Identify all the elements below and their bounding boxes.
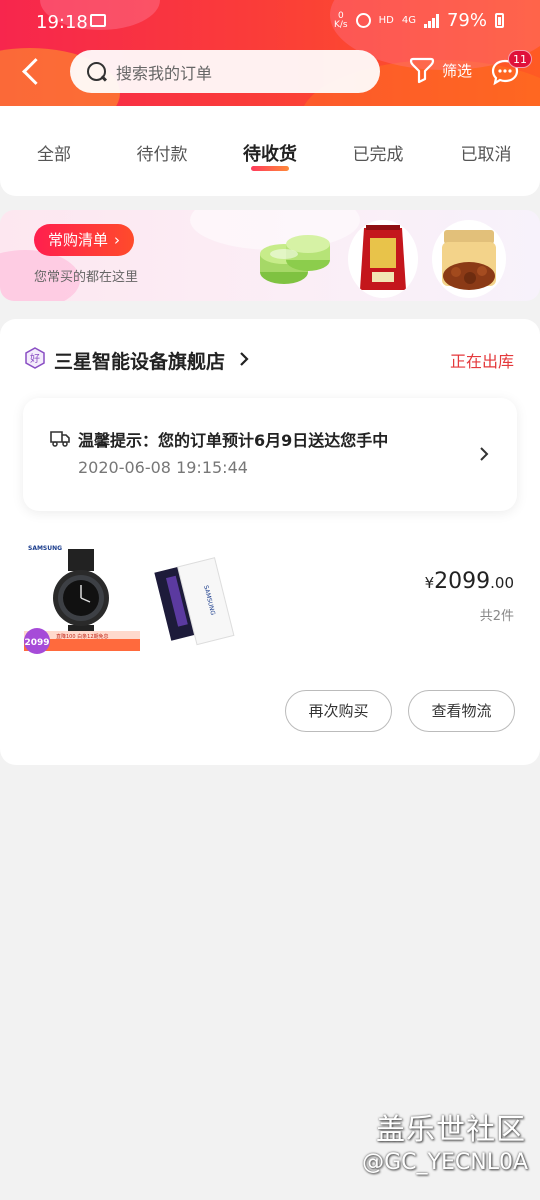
- watermark-title: 盖乐世社区: [375, 1112, 526, 1146]
- tab-pending-receipt[interactable]: 待收货: [225, 140, 315, 166]
- item-count: 共2件: [479, 609, 514, 624]
- watch-band-product-image[interactable]: SAMSUNG: [152, 549, 244, 649]
- tab-completed[interactable]: 已完成: [333, 140, 423, 165]
- svg-text:好: 好: [30, 353, 40, 365]
- order-card: 好 三星智能设备旗舰店 正在出库 温馨提示：您的订单预计6月9日送达您手中 20…: [0, 319, 540, 765]
- banner-subtitle: 您常买的都在这里: [34, 270, 139, 285]
- search-input[interactable]: 搜索我的订单: [70, 50, 380, 93]
- status-indicators: 0 K/s HD 4G 79%: [334, 10, 504, 31]
- signal-icon: [423, 13, 439, 28]
- order-price: ¥ 2099 .00: [425, 569, 514, 594]
- view-logistics-button[interactable]: 查看物流: [408, 690, 515, 732]
- snack-jar-product-image[interactable]: [432, 220, 506, 298]
- price-decimal: .00: [490, 574, 514, 592]
- buy-again-button[interactable]: 再次购买: [285, 690, 392, 732]
- filter-icon: [409, 57, 435, 84]
- battery-percent: 79%: [446, 10, 487, 31]
- net-speed-unit: K/s: [334, 19, 348, 30]
- price-integer: 2099: [434, 569, 491, 594]
- header: 19:18 0 K/s HD 4G 79% 搜索我的订单 筛选 11: [0, 0, 540, 106]
- frequent-purchases-label: 常购清单: [48, 231, 109, 249]
- truck-icon: [50, 431, 70, 447]
- delivery-tip[interactable]: 温馨提示：您的订单预计6月9日送达您手中 2020-06-08 19:15:44: [23, 398, 517, 511]
- message-badge: 11: [508, 50, 532, 68]
- battery-icon: [495, 13, 504, 28]
- shop-rating-icon: 好: [25, 347, 45, 369]
- filter-button[interactable]: 筛选: [408, 56, 472, 84]
- promo-price: 2099: [24, 638, 49, 648]
- tab-cancelled[interactable]: 已取消: [441, 140, 531, 165]
- hd-indicator: HD: [378, 15, 394, 26]
- promo-text: 直降100 白条12期免息: [56, 633, 109, 640]
- network-type: 4G: [401, 15, 416, 26]
- chevron-right-icon: ›: [114, 231, 121, 249]
- alarm-icon: [355, 13, 371, 28]
- status-time: 19:18: [36, 12, 88, 33]
- gallery-icon: [90, 14, 106, 27]
- net-speed: 0 K/s: [334, 11, 348, 30]
- chevron-right-icon: [480, 447, 489, 461]
- rice-bag-product-image[interactable]: [348, 220, 418, 298]
- chevron-right-icon[interactable]: [238, 351, 250, 367]
- tab-pending-payment[interactable]: 待付款: [117, 140, 207, 165]
- delivery-tip-time: 2020-06-08 19:15:44: [78, 458, 248, 477]
- tab-all[interactable]: 全部: [9, 140, 99, 165]
- watermark-user: @GC_YECNL0A: [362, 1150, 528, 1175]
- search-icon: [86, 61, 108, 83]
- price-symbol: ¥: [424, 574, 435, 592]
- search-placeholder: 搜索我的订单: [116, 63, 213, 83]
- delivery-tip-text: 温馨提示：您的订单预计6月9日送达您手中: [78, 431, 389, 450]
- order-status: 正在出库: [449, 352, 514, 371]
- frequent-purchases-banner[interactable]: 常购清单 › 您常买的都在这里: [0, 210, 540, 301]
- frequent-purchases-button[interactable]: 常购清单 ›: [34, 224, 135, 256]
- back-button[interactable]: [18, 56, 42, 86]
- shop-name[interactable]: 三星智能设备旗舰店: [54, 347, 225, 374]
- order-tabs: 全部 待付款 待收货 已完成 已取消: [0, 106, 540, 196]
- product-brand: SAMSUNG: [28, 545, 62, 552]
- active-tab-indicator: [251, 166, 289, 171]
- filter-label: 筛选: [442, 61, 473, 80]
- aloe-gel-product-image[interactable]: [258, 230, 332, 288]
- status-bar: 19:18 0 K/s HD 4G 79%: [0, 0, 540, 44]
- galaxy-watch-product-image[interactable]: SAMSUNG 2099 直降100 白条12期免息: [24, 541, 140, 657]
